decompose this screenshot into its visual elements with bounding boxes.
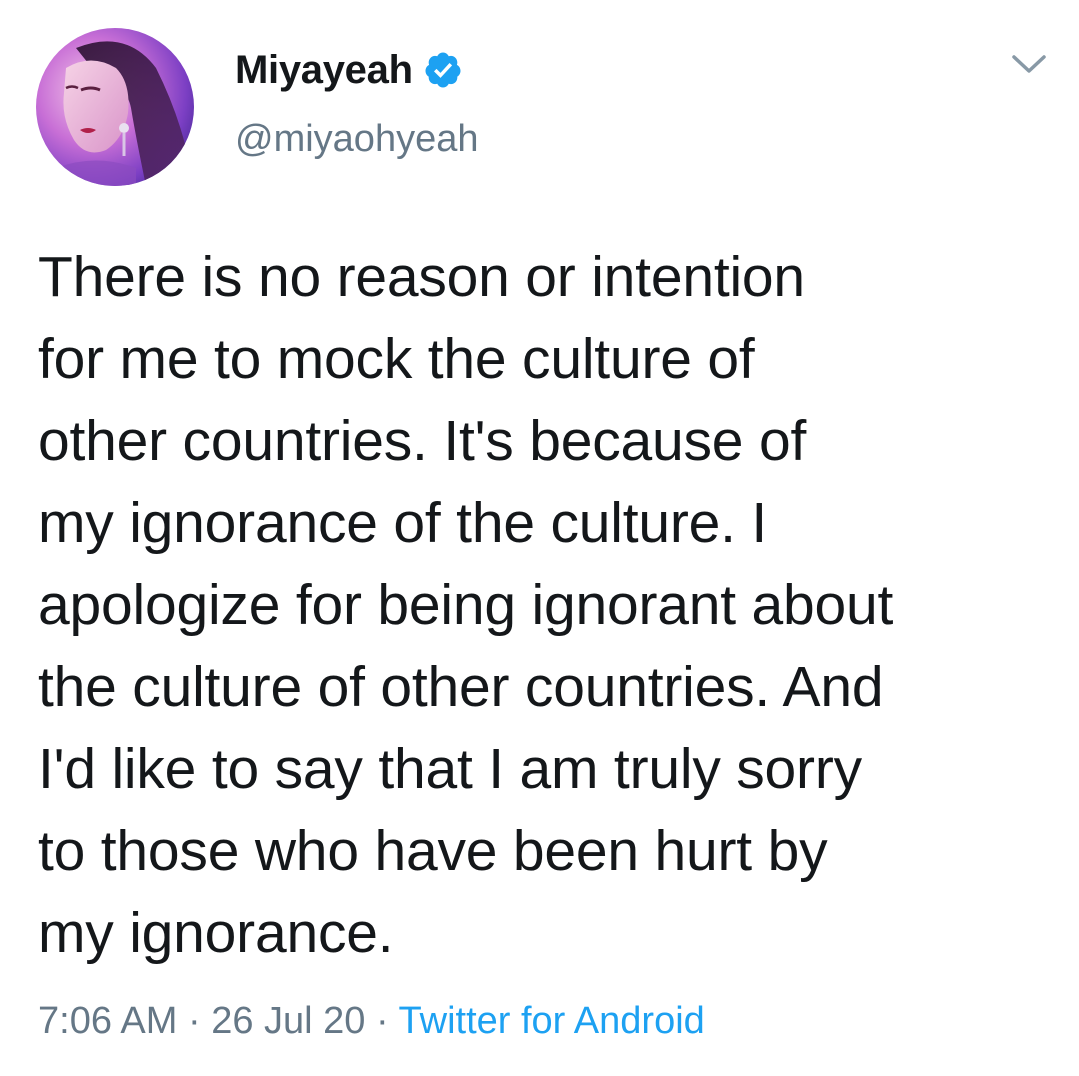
meta-separator: · (365, 1000, 399, 1042)
user-name-row: Miyayeah (235, 45, 463, 95)
verified-badge-icon (423, 50, 463, 90)
display-name[interactable]: Miyayeah (235, 48, 413, 93)
tweet-text: There is no reason or intention for me t… (38, 245, 894, 965)
avatar-image (36, 28, 194, 186)
user-handle[interactable]: @miyaohyeah (235, 118, 478, 161)
chevron-down-icon[interactable] (1011, 52, 1047, 76)
tweet-meta: 7:06 AM · 26 Jul 20 · Twitter for Androi… (38, 1000, 705, 1043)
meta-separator: · (177, 1000, 212, 1042)
avatar[interactable] (36, 28, 194, 186)
tweet-date[interactable]: 26 Jul 20 (211, 1000, 365, 1042)
tweet-card: Miyayeah @miyaohyeah There is no reason … (0, 0, 1079, 1076)
tweet-source-link[interactable]: Twitter for Android (399, 1000, 705, 1042)
tweet-time[interactable]: 7:06 AM (38, 1000, 177, 1042)
